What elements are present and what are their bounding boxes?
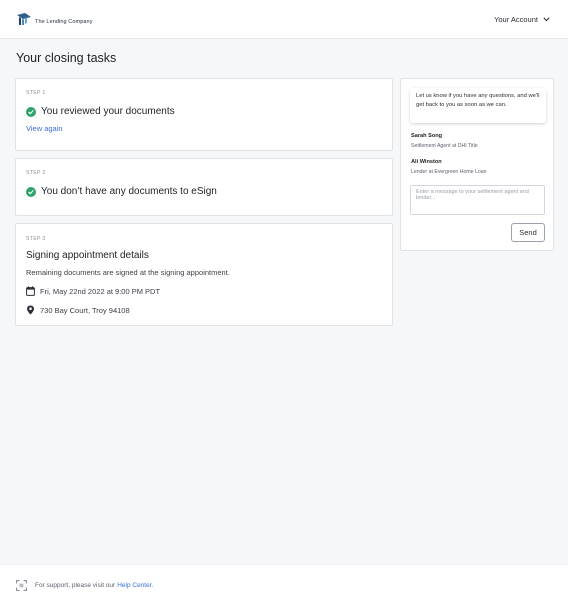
step-heading: Signing appointment details — [26, 250, 149, 261]
check-circle-icon — [26, 106, 36, 117]
step-3-card: STEP 3 Signing appointment details Remai… — [15, 223, 393, 326]
appointment-datetime-row: Fri, May 22nd 2022 at 9:00 PM PDT — [26, 286, 160, 296]
message-input[interactable] — [410, 185, 545, 215]
contact-role: Lender at Evergreen Home Loan — [411, 169, 487, 175]
view-again-link[interactable]: View again — [26, 124, 63, 133]
step-2-card: STEP 2 You don’t have any documents to e… — [15, 158, 393, 216]
support-message: For support, please visit our Help Cente… — [35, 582, 154, 589]
top-header: The Lending Company Your Account — [0, 0, 568, 39]
contact-role: Settlement Agent at DHI Title — [411, 143, 478, 149]
step-label: STEP 2 — [26, 170, 46, 176]
chevron-down-icon — [543, 16, 550, 21]
step-1-card: STEP 1 You reviewed your documents View … — [15, 78, 393, 151]
help-center-link[interactable]: Help Center — [117, 582, 152, 589]
contact-panel: Let us know if you have any questions, a… — [400, 78, 554, 251]
company-logo[interactable]: The Lending Company — [16, 11, 93, 27]
appointment-address-row: 730 Bay Court, Troy 94108 — [26, 305, 130, 315]
appointment-datetime: Fri, May 22nd 2022 at 9:00 PM PDT — [40, 286, 161, 296]
account-label: Your Account — [494, 14, 538, 24]
step-status-row: You don’t have any documents to eSign — [26, 186, 217, 197]
support-footer: For support, please visit our Help Cente… — [0, 564, 568, 605]
info-message-bubble: Let us know if you have any questions, a… — [410, 88, 546, 123]
step-label: STEP 1 — [26, 90, 46, 96]
step-status-row: You reviewed your documents — [26, 106, 175, 117]
calendar-icon — [26, 286, 35, 296]
appointment-address: 730 Bay Court, Troy 94108 — [40, 305, 130, 315]
logo-icon — [17, 13, 31, 25]
page-title: Your closing tasks — [16, 51, 117, 65]
contact-name: Sarah Song — [411, 133, 443, 139]
support-period: . — [151, 581, 154, 589]
send-button[interactable]: Send — [511, 223, 545, 242]
logo-text: The Lending Company — [35, 19, 93, 25]
account-menu[interactable]: Your Account — [494, 15, 550, 24]
support-text: For support, please visit our — [35, 581, 116, 589]
step-description: Remaining documents are signed at the si… — [26, 268, 230, 277]
support-icon — [16, 579, 27, 591]
step-label: STEP 3 — [26, 236, 46, 242]
step-heading: You don’t have any documents to eSign — [41, 186, 217, 197]
check-circle-icon — [26, 186, 36, 197]
step-heading: You reviewed your documents — [41, 106, 175, 117]
location-pin-icon — [27, 305, 34, 315]
contact-name: Ali Winston — [411, 159, 442, 165]
